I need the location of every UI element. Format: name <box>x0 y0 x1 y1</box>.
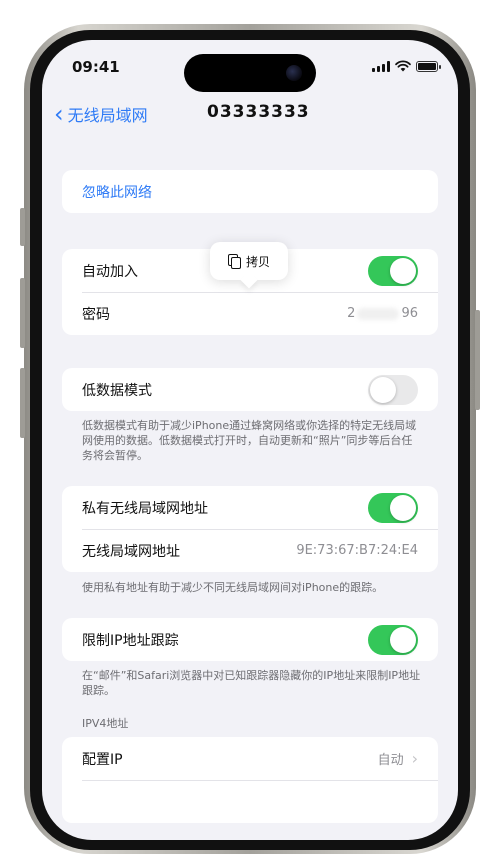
low-data-toggle[interactable] <box>368 374 418 405</box>
camera-icon <box>286 65 302 81</box>
auto-join-label: 自动加入 <box>82 263 138 280</box>
wifi-icon <box>395 60 411 72</box>
private-address-row: 私有无线局域网地址 <box>62 486 438 529</box>
status-time: 09:41 <box>72 58 120 76</box>
dynamic-island <box>184 54 316 92</box>
limit-tracking-label: 限制IP地址跟踪 <box>82 632 179 649</box>
password-value: 2 96 <box>347 306 418 321</box>
copy-label: 拷贝 <box>245 254 270 269</box>
private-address-label: 私有无线局域网地址 <box>82 500 208 517</box>
forget-group: 忽略此网络 <box>62 170 438 213</box>
volume-down-button <box>20 368 25 438</box>
forget-network-button[interactable]: 忽略此网络 <box>62 170 438 213</box>
password-blur-mask <box>357 307 400 320</box>
copy-popup[interactable]: 拷贝 <box>210 242 288 280</box>
action-button <box>20 208 25 246</box>
private-address-toggle[interactable] <box>368 492 418 523</box>
back-button[interactable]: ‹ 无线局域网 <box>54 102 148 126</box>
password-row[interactable]: 密码 2 96 <box>62 292 438 335</box>
ipv4-next-row <box>62 780 438 823</box>
low-data-row: 低数据模式 <box>62 368 438 411</box>
password-label: 密码 <box>82 306 110 323</box>
wifi-address-value: 9E:73:67:B7:24:E4 <box>296 543 418 558</box>
private-address-footnote: 使用私有地址有助于减少不同无线局域网间对iPhone的跟踪。 <box>82 581 384 594</box>
page-title: 03333333 <box>207 102 310 122</box>
low-data-label: 低数据模式 <box>82 382 152 399</box>
limit-tracking-toggle[interactable] <box>368 624 418 655</box>
battery-icon <box>416 60 441 72</box>
volume-up-button <box>20 278 25 348</box>
wifi-address-label: 无线局域网地址 <box>82 543 180 560</box>
configure-ip-row[interactable]: 配置IP 自动 › <box>62 737 438 780</box>
password-value-start: 2 <box>347 306 356 321</box>
ipv4-header: IPV4地址 <box>82 717 129 730</box>
private-address-group: 私有无线局域网地址 无线局域网地址 9E:73:67:B7:24:E4 <box>62 486 438 572</box>
limit-tracking-footnote: 在“邮件”和Safari浏览器中对已知跟踪器隐藏你的IP地址来限制IP地址跟踪。 <box>82 669 421 697</box>
configure-ip-label: 配置IP <box>82 751 123 768</box>
low-data-group: 低数据模式 <box>62 368 438 411</box>
status-icons <box>372 60 441 72</box>
forget-network-label: 忽略此网络 <box>82 184 152 201</box>
auto-join-toggle[interactable] <box>368 255 418 286</box>
copy-icon <box>227 254 241 269</box>
password-value-end: 96 <box>401 306 418 321</box>
wifi-address-row: 无线局域网地址 9E:73:67:B7:24:E4 <box>62 529 438 572</box>
limit-tracking-group: 限制IP地址跟踪 <box>62 618 438 661</box>
chevron-left-icon: ‹ <box>54 100 64 128</box>
low-data-footnote: 低数据模式有助于减少iPhone通过蜂窝网络或你选择的特定无线局域网使用的数据。… <box>82 419 417 462</box>
ipv4-group: 配置IP 自动 › <box>62 737 438 823</box>
cellular-signal-icon <box>372 60 390 72</box>
chevron-right-icon: › <box>411 749 418 768</box>
back-label: 无线局域网 <box>67 106 148 125</box>
configure-ip-value: 自动 <box>377 753 404 768</box>
power-button <box>475 310 480 410</box>
phone-screen: 09:41 ‹ 无线局域网 03333333 忽略此网络 自动加入 密码 296… <box>42 40 458 840</box>
limit-tracking-row: 限制IP地址跟踪 <box>62 618 438 661</box>
